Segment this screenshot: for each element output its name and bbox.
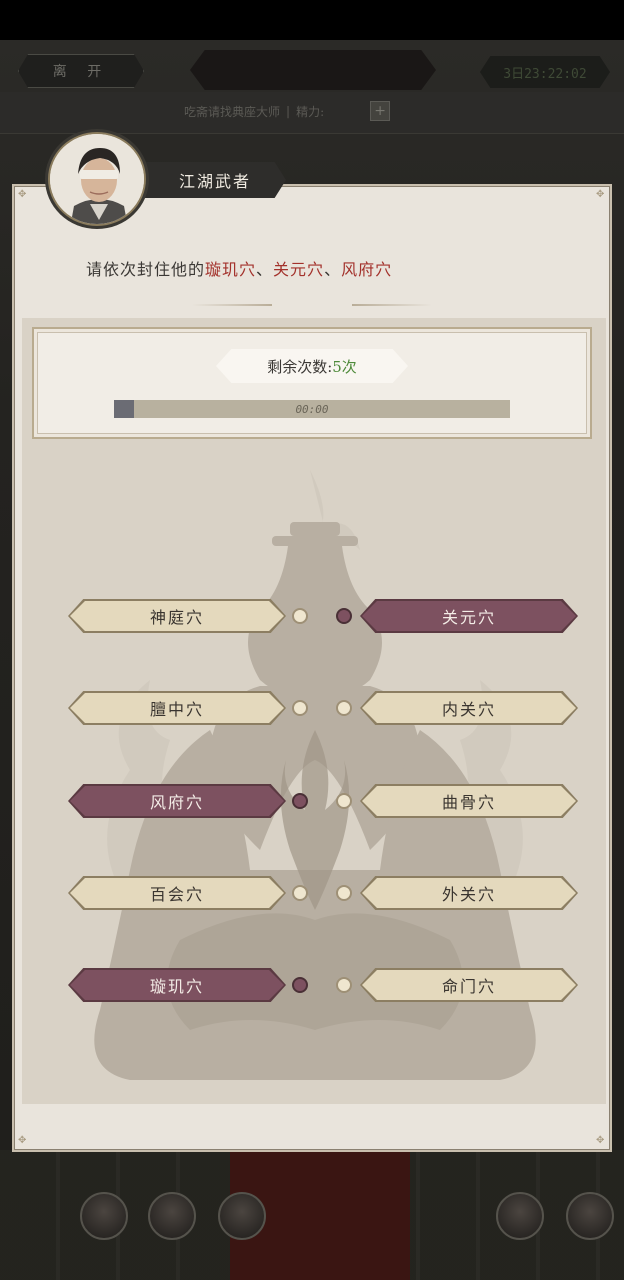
event-timer: 3日23:22:02 — [480, 56, 610, 88]
acupoint-label: 风府穴 — [149, 793, 204, 812]
acupoint-right-1[interactable]: 内关穴 — [360, 691, 578, 725]
hint-text: 吃斋请找典座大师 — [184, 104, 281, 119]
acupoint-label: 璇玑穴 — [149, 977, 204, 996]
acupoint-label: 曲骨穴 — [441, 793, 496, 812]
add-stamina-button[interactable]: + — [370, 101, 391, 121]
acupoint-label: 内关穴 — [441, 700, 496, 719]
progress-timer: 00:00 — [295, 402, 329, 416]
avatar — [566, 1192, 614, 1240]
remaining-label: 剩余次数: — [267, 357, 333, 376]
instruction-separator: 、 — [256, 260, 274, 279]
acupoint-dot-left-3[interactable] — [292, 885, 308, 901]
acupoint-label: 膻中穴 — [149, 700, 204, 719]
acupoint-right-2[interactable]: 曲骨穴 — [360, 784, 578, 818]
acupoint-dot-right-3[interactable] — [336, 885, 352, 901]
progress-bar: 00:00 — [114, 400, 510, 418]
acupoint-left-0[interactable]: 神庭穴 — [68, 599, 286, 633]
avatar — [80, 1192, 128, 1240]
acupoint-dot-right-2[interactable] — [336, 793, 352, 809]
scene-title — [190, 50, 436, 90]
acupoint-dot-right-1[interactable] — [336, 700, 352, 716]
background-avatar-row — [0, 1188, 624, 1258]
acupoint-left-1[interactable]: 膻中穴 — [68, 691, 286, 725]
stamina-label: 精力: — [296, 104, 325, 119]
acupoint-label: 百会穴 — [149, 885, 204, 904]
acupoint-dot-left-4[interactable] — [292, 977, 308, 993]
hint-separator: | — [286, 104, 291, 118]
instruction-text: 请依次封住他的璇玑穴、关元穴、风府穴 — [86, 256, 392, 280]
acupoint-right-3[interactable]: 外关穴 — [360, 876, 578, 910]
acupoint-dot-right-0[interactable] — [336, 608, 352, 624]
divider-right — [352, 304, 432, 306]
status-bar — [0, 0, 624, 40]
avatar — [218, 1192, 266, 1240]
instruction-separator: 、 — [324, 260, 342, 279]
npc-avatar — [48, 132, 146, 226]
acupoint-label: 关元穴 — [441, 608, 496, 627]
remaining-count: 5次 — [332, 357, 357, 376]
acupoint-left-4[interactable]: 璇玑穴 — [68, 968, 286, 1002]
acupoint-left-3[interactable]: 百会穴 — [68, 876, 286, 910]
target-acupoint: 关元穴 — [273, 260, 325, 279]
npc-name: 江湖武者 — [178, 172, 251, 191]
remaining-attempts: 剩余次数: 5次 — [216, 349, 408, 383]
acupoint-dot-right-4[interactable] — [336, 977, 352, 993]
avatar — [496, 1192, 544, 1240]
divider-left — [192, 304, 272, 306]
leave-button[interactable]: 离 开 — [18, 54, 144, 88]
corner-ornament: ✥ — [596, 189, 605, 200]
acupoint-label: 外关穴 — [441, 885, 496, 904]
avatar — [148, 1192, 196, 1240]
hint-row: 吃斋请找典座大师 | 精力: + — [184, 100, 391, 122]
counter-panel — [32, 327, 592, 439]
target-acupoint: 风府穴 — [341, 260, 393, 279]
acupoint-dot-left-2[interactable] — [292, 793, 308, 809]
corner-ornament: ✥ — [596, 1135, 605, 1146]
acupoint-left-2[interactable]: 风府穴 — [68, 784, 286, 818]
corner-ornament: ✥ — [18, 189, 27, 200]
acupoint-dot-left-0[interactable] — [292, 608, 308, 624]
acupoint-label: 神庭穴 — [149, 608, 204, 627]
acupoint-label: 命门穴 — [441, 977, 496, 996]
acupoint-dot-left-1[interactable] — [292, 700, 308, 716]
npc-name-plate: 江湖武者 — [144, 162, 286, 198]
acupoint-right-4[interactable]: 命门穴 — [360, 968, 578, 1002]
target-acupoint: 璇玑穴 — [205, 260, 257, 279]
corner-ornament: ✥ — [18, 1135, 27, 1146]
instruction-prefix: 请依次封住他的 — [86, 260, 206, 279]
acupoint-right-0[interactable]: 关元穴 — [360, 599, 578, 633]
npc-portrait-icon — [50, 134, 144, 224]
